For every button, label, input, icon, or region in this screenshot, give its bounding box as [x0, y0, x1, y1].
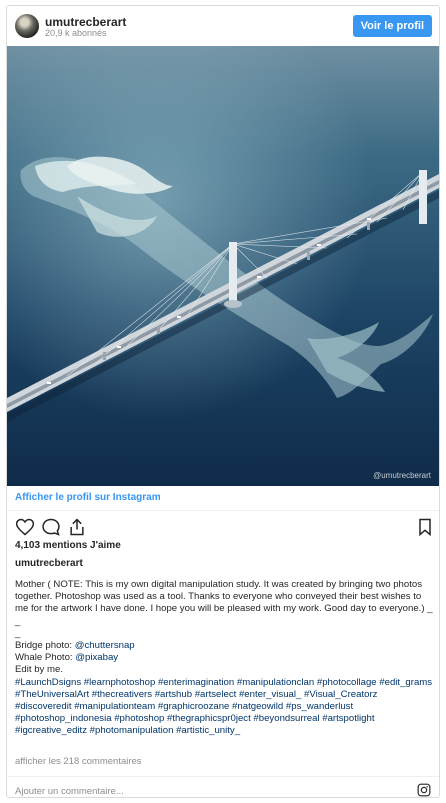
bookmark-icon[interactable]: [415, 517, 435, 537]
follower-count: 20,9 k abonnés: [45, 28, 107, 38]
photo-watermark: @umutrecberart: [373, 471, 431, 480]
bridge-mention-link[interactable]: @chuttersnap: [75, 640, 135, 651]
whale-bridge-image: [7, 46, 439, 486]
avatar[interactable]: [15, 14, 39, 38]
caption-dash: _: [15, 627, 21, 639]
bridge-credit-label: Bridge photo:: [15, 640, 75, 652]
comment-bar: Ajouter un commentaire...: [7, 776, 439, 797]
divider: [7, 510, 439, 511]
header-username[interactable]: umutrecberart: [45, 15, 126, 29]
caption-edit-note: Edit by me.: [15, 664, 63, 676]
view-profile-button[interactable]: Voir le profil: [352, 15, 432, 37]
caption-username[interactable]: umutrecberart: [15, 558, 83, 569]
comment-input[interactable]: Ajouter un commentaire...: [15, 786, 124, 797]
caption-whale-credit: Whale Photo: @pixabay: [15, 652, 433, 664]
instagram-icon[interactable]: [417, 783, 431, 797]
caption-hashtags[interactable]: #LaunchDsigns #learnphotoshop #enterimag…: [15, 677, 433, 738]
action-bar: [15, 517, 431, 539]
whale-mention-link[interactable]: @pixabay: [75, 652, 118, 663]
caption-dash: _: [15, 615, 21, 627]
view-profile-link[interactable]: Afficher le profil sur Instagram: [15, 492, 161, 503]
post-photo[interactable]: @umutrecberart: [7, 46, 439, 486]
heart-icon[interactable]: [15, 517, 35, 537]
instagram-embed-card: umutrecberart 20,9 k abonnés Voir le pro…: [6, 5, 440, 798]
caption-bridge-credit: Bridge photo: @chuttersnap: [15, 640, 433, 652]
post-header: umutrecberart 20,9 k abonnés Voir le pro…: [7, 6, 439, 46]
caption-text: Mother ( NOTE: This is my own digital ma…: [15, 579, 433, 738]
caption-body: Mother ( NOTE: This is my own digital ma…: [15, 579, 433, 615]
share-icon[interactable]: [67, 517, 87, 537]
like-count[interactable]: 4,103 mentions J'aime: [15, 540, 121, 551]
view-comments-link[interactable]: afficher les 218 commentaires: [15, 756, 142, 767]
comment-icon[interactable]: [41, 517, 61, 537]
whale-credit-label: Whale Photo:: [15, 652, 76, 664]
